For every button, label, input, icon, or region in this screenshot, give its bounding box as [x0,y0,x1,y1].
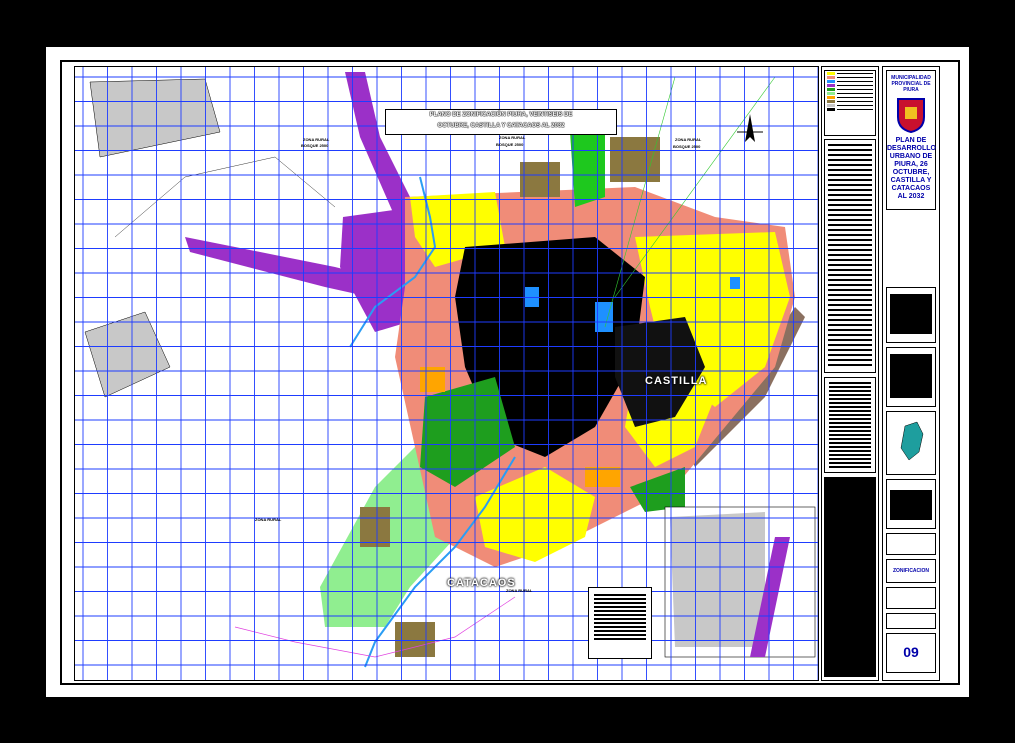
shield-icon [896,97,926,134]
date-cell [886,587,936,609]
park-zone-north [570,127,605,207]
label-zona-rural: ZONA RURAL [255,517,282,522]
legend-table [824,477,876,677]
responsible-cell [886,479,936,529]
map-title-line1: PLANO DE ZONIFICACIÓN PIURA, VEINTISEIS … [429,112,573,118]
municipality-name: MUNICIPALIDAD PROVINCIAL DE PIURA [891,75,931,93]
commercial-3 [730,277,740,289]
commercial-2 [525,287,539,307]
zoning-map[interactable]: PLANO DE ZONIFICACIÓN PIURA, VEINTISEIS … [74,66,819,681]
plan-title: PLAN DE DESARROLLO URBANO DE PIURA, 26 O… [887,137,936,200]
olive-block-4 [395,622,435,657]
north-arrow-icon [735,112,765,152]
label-bosque: BOSQUE 2500 [496,142,524,147]
rural-parcel-w [84,311,171,398]
location-map-icon [900,421,924,461]
label-zona-rural: ZONA RURAL [303,137,330,142]
label-zona-rural: ZONA RURAL [675,137,702,142]
label-catacaos: CATACAOS [447,577,516,589]
label-bosque: BOSQUE 2500 [673,144,701,149]
legend-block-2 [824,139,876,373]
consultant-cell [886,287,936,343]
olive-block-3 [360,507,390,547]
map-title-line2: OCTUBRE, CASTILLA Y CATACAOS AL 2032 [437,123,565,129]
sheet-name-cell: ZONIFICACION [886,559,936,583]
sheet-name: ZONIFICACION [892,568,930,574]
sheet-number: 09 [903,644,919,660]
title-block: MUNICIPALIDAD PROVINCIAL DE PIURA PLAN D… [882,66,940,681]
legend-block-1 [824,70,876,136]
highway-north [345,72,415,217]
map-title-box: PLANO DE ZONIFICACIÓN PIURA, VEINTISEIS … [385,109,617,135]
legend-column [821,66,879,681]
location-map-cell [886,411,936,475]
sheet-number-cell: 09 [886,633,936,673]
municipality-cell: MUNICIPALIDAD PROVINCIAL DE PIURA PLAN D… [886,70,936,210]
rural-parcel-nw [89,78,221,158]
inset-gray-parcel [670,512,765,647]
label-bosque: BOSQUE 2500 [301,143,329,148]
legend-notes-box [588,587,652,659]
orange-block-2 [585,467,620,487]
legend-block-3 [824,377,876,473]
label-castilla: CASTILLA [645,375,708,387]
olive-block-1 [520,162,560,197]
scale-cell [886,533,936,555]
approval-cell [886,347,936,407]
district-boundary [114,156,336,238]
label-zona-rural: ZONA RURAL [499,135,526,140]
drawn-cell [886,613,936,629]
